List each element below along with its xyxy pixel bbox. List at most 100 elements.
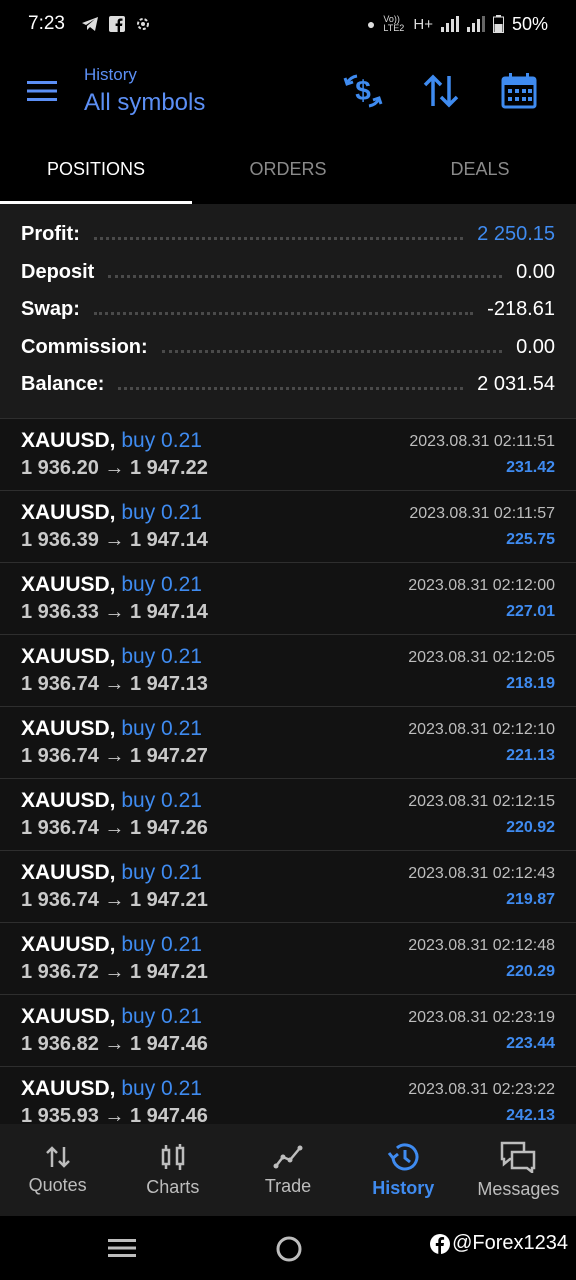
position-time: 2023.08.31 02:12:15 <box>408 793 555 810</box>
arrow-right-icon: → <box>104 529 125 551</box>
nav-trade[interactable]: Trade <box>230 1124 345 1216</box>
swap-value: -218.61 <box>487 298 555 321</box>
charts-icon <box>161 1143 185 1170</box>
list-item[interactable]: XAUUSD, buy 0.21 1 936.74 → 1 947.27 202… <box>0 706 576 778</box>
close-price: 1 947.13 <box>129 673 208 695</box>
open-price: 1 936.82 <box>21 1033 99 1055</box>
open-price: 1 936.74 <box>21 817 99 839</box>
calendar-button[interactable] <box>480 61 558 121</box>
nav-messages[interactable]: Messages <box>461 1124 576 1216</box>
status-bar: 7:23 ● Vo)) LTE2 H+ 50% <box>0 0 576 48</box>
position-time: 2023.08.31 02:12:10 <box>408 721 555 738</box>
swap-label: Swap: <box>21 298 80 321</box>
nav-quotes[interactable]: Quotes <box>0 1124 115 1216</box>
page-title[interactable]: All symbols <box>84 89 324 117</box>
position-profit: 219.87 <box>506 891 555 908</box>
system-nav-bar: @Forex1234 <box>0 1216 576 1280</box>
position-profit: 225.75 <box>506 531 555 548</box>
position-time: 2023.08.31 02:23:19 <box>408 1009 555 1026</box>
recents-icon <box>108 1239 136 1257</box>
commission-value: 0.00 <box>516 335 555 358</box>
close-price: 1 947.26 <box>129 817 208 839</box>
list-item[interactable]: XAUUSD, buy 0.21 1 936.74 → 1 947.26 202… <box>0 778 576 850</box>
position-profit: 227.01 <box>506 603 555 620</box>
open-price: 1 935.93 <box>21 1105 99 1124</box>
position-type: buy 0.21 <box>121 429 202 452</box>
position-time: 2023.08.31 02:12:43 <box>408 865 555 882</box>
currency-exchange-button[interactable]: $ <box>324 61 402 121</box>
position-profit: 218.19 <box>506 675 555 692</box>
position-profit: 223.44 <box>506 1035 555 1052</box>
calendar-icon <box>501 73 537 109</box>
position-type: buy 0.21 <box>121 573 202 596</box>
open-price: 1 936.39 <box>21 529 99 551</box>
arrow-right-icon: → <box>104 601 125 623</box>
position-symbol: XAUUSD, <box>21 789 116 812</box>
position-type: buy 0.21 <box>121 933 202 956</box>
position-profit: 242.13 <box>506 1107 555 1124</box>
open-price: 1 936.74 <box>21 673 99 695</box>
list-item[interactable]: XAUUSD, buy 0.21 1 936.74 → 1 947.21 202… <box>0 850 576 922</box>
list-item[interactable]: XAUUSD, buy 0.21 1 936.74 → 1 947.13 202… <box>0 634 576 706</box>
nav-label: Trade <box>264 1175 312 1196</box>
position-time: 2023.08.31 02:12:05 <box>408 649 555 666</box>
home-button[interactable] <box>276 1236 302 1267</box>
watermark: @Forex1234 <box>430 1232 568 1255</box>
list-item[interactable]: XAUUSD, buy 0.21 1 936.33 → 1 947.14 202… <box>0 562 576 634</box>
positions-list[interactable]: XAUUSD, buy 0.21 1 936.20 → 1 947.22 202… <box>0 418 576 1124</box>
commission-label: Commission: <box>21 335 148 358</box>
arrow-right-icon: → <box>104 1033 125 1055</box>
quotes-icon <box>45 1145 70 1168</box>
arrow-right-icon: → <box>104 1105 125 1124</box>
nav-charts[interactable]: Charts <box>115 1124 230 1216</box>
balance-value: 2 031.54 <box>477 373 555 396</box>
profit-value: 2 250.15 <box>477 223 555 246</box>
close-price: 1 947.27 <box>129 745 208 767</box>
profit-label: Profit: <box>21 223 80 246</box>
position-type: buy 0.21 <box>121 861 202 884</box>
close-price: 1 947.14 <box>129 529 208 551</box>
nav-history[interactable]: History <box>346 1124 461 1216</box>
status-time: 7:23 <box>28 13 65 34</box>
dot-icon: ● <box>366 16 376 32</box>
close-price: 1 947.21 <box>129 889 208 911</box>
open-price: 1 936.74 <box>21 889 99 911</box>
list-item[interactable]: XAUUSD, buy 0.21 1 936.20 → 1 947.22 202… <box>0 418 576 490</box>
menu-icon <box>27 81 57 101</box>
close-price: 1 947.14 <box>129 601 208 623</box>
position-type: buy 0.21 <box>121 645 202 668</box>
list-item[interactable]: XAUUSD, buy 0.21 1 936.39 → 1 947.14 202… <box>0 490 576 562</box>
battery-percent: 50% <box>511 13 548 34</box>
list-item[interactable]: XAUUSD, buy 0.21 1 936.72 → 1 947.21 202… <box>0 922 576 994</box>
recents-button[interactable] <box>108 1238 136 1263</box>
tab-orders[interactable]: ORDERS <box>192 134 384 204</box>
facebook-icon <box>108 16 125 32</box>
open-price: 1 936.74 <box>21 745 99 767</box>
close-price: 1 947.21 <box>129 961 208 983</box>
open-price: 1 936.33 <box>21 601 99 623</box>
signal-icon-2 <box>466 16 485 32</box>
position-symbol: XAUUSD, <box>21 501 116 524</box>
arrow-right-icon: → <box>104 889 125 911</box>
bottom-nav: Quotes Charts Trade History Messages <box>0 1124 576 1216</box>
list-item[interactable]: XAUUSD, buy 0.21 1 936.82 → 1 947.46 202… <box>0 994 576 1066</box>
summary-row-deposit: Deposit 0.00 <box>21 254 555 292</box>
position-symbol: XAUUSD, <box>21 1005 116 1028</box>
settings-icon <box>136 18 149 30</box>
menu-button[interactable] <box>0 48 84 134</box>
position-type: buy 0.21 <box>121 501 202 524</box>
tab-deals[interactable]: DEALS <box>384 134 576 204</box>
volte-icon: Vo)) LTE2 <box>383 14 405 33</box>
tab-positions[interactable]: POSITIONS <box>0 134 192 204</box>
position-profit: 220.29 <box>506 963 555 980</box>
position-symbol: XAUUSD, <box>21 717 116 740</box>
summary-panel: Profit: 2 250.15 Deposit 0.00 Swap: -218… <box>0 204 576 418</box>
position-type: buy 0.21 <box>121 1077 202 1100</box>
sort-button[interactable] <box>402 61 480 121</box>
arrow-right-icon: → <box>104 817 125 839</box>
telegram-icon <box>81 17 98 31</box>
arrow-right-icon: → <box>104 961 125 983</box>
list-item[interactable]: XAUUSD, buy 0.21 1 935.93 → 1 947.46 202… <box>0 1066 576 1124</box>
sort-icon <box>423 74 459 108</box>
nav-label: Messages <box>477 1178 560 1199</box>
